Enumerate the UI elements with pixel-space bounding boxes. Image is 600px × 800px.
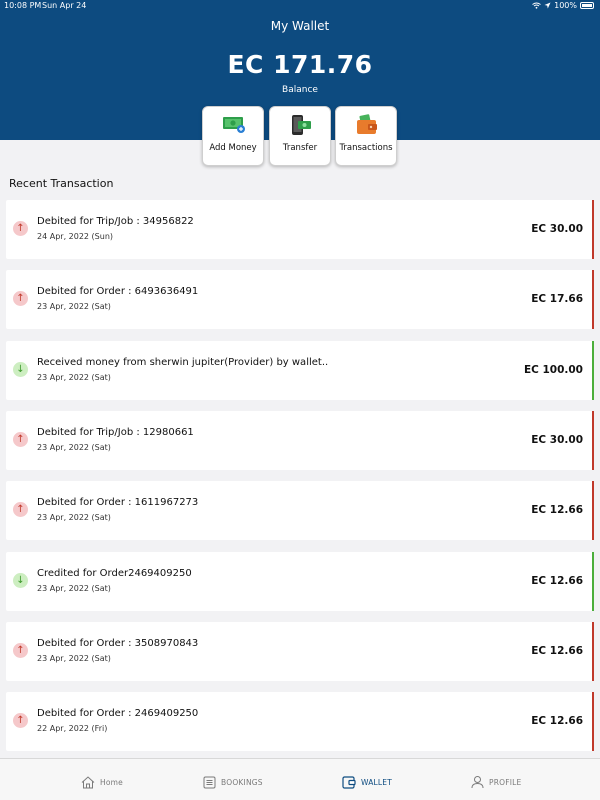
page-title: My Wallet xyxy=(270,19,330,33)
transaction-row[interactable]: ↓ Credited for Order2469409250 23 Apr, 2… xyxy=(6,552,594,611)
transaction-row[interactable]: ↓ Received money from sherwin jupiter(Pr… xyxy=(6,341,594,400)
add-money-icon xyxy=(223,117,245,133)
transaction-date: 23 Apr, 2022 (Sat) xyxy=(37,654,111,663)
status-indicators: 100% xyxy=(532,1,594,10)
arrow-up-icon: ↑ xyxy=(13,643,28,658)
transaction-title: Debited for Order : 6493636491 xyxy=(37,286,199,297)
arrow-up-icon: ↑ xyxy=(13,502,28,517)
status-bar: 10:08 PM Sun Apr 24 100% xyxy=(0,0,600,12)
nav-home-label: Home xyxy=(100,777,123,787)
transactions-label: Transactions xyxy=(339,143,393,153)
nav-bookings[interactable]: BOOKINGS xyxy=(203,771,263,793)
transaction-title: Debited for Order : 3508970843 xyxy=(37,638,199,649)
transaction-date: 23 Apr, 2022 (Sat) xyxy=(37,513,111,522)
transaction-date: 22 Apr, 2022 (Fri) xyxy=(37,724,108,733)
transaction-amount: EC 12.66 xyxy=(531,575,583,587)
transaction-row[interactable]: ↑ Debited for Trip/Job : 34956822 24 Apr… xyxy=(6,200,594,259)
status-edge xyxy=(592,692,594,751)
status-edge xyxy=(592,341,594,400)
nav-wallet-label: WALLET xyxy=(361,777,393,787)
transaction-date: 23 Apr, 2022 (Sat) xyxy=(37,302,111,311)
arrow-down-icon: ↓ xyxy=(13,362,28,377)
add-money-button[interactable]: Add Money xyxy=(202,106,264,166)
transaction-amount: EC 30.00 xyxy=(531,434,583,446)
nav-bookings-label: BOOKINGS xyxy=(221,777,263,787)
balance-label: Balance xyxy=(282,85,318,95)
status-time: 10:08 PM xyxy=(4,1,42,10)
transaction-row[interactable]: ↑ Debited for Order : 6493636491 23 Apr,… xyxy=(6,270,594,329)
nav-home[interactable]: Home xyxy=(81,771,123,793)
transaction-amount: EC 100.00 xyxy=(523,364,583,376)
status-edge xyxy=(592,552,594,611)
bookings-icon xyxy=(203,776,216,788)
arrow-up-icon: ↑ xyxy=(13,713,28,728)
transaction-row[interactable]: ↑ Debited for Trip/Job : 12980661 23 Apr… xyxy=(6,411,594,470)
nav-profile[interactable]: PROFILE xyxy=(471,771,521,793)
transaction-date: 23 Apr, 2022 (Sat) xyxy=(37,373,111,382)
wifi-icon xyxy=(532,2,541,9)
transaction-row[interactable]: ↑ Debited for Order : 3508970843 23 Apr,… xyxy=(6,622,594,681)
transaction-title: Debited for Order : 2469409250 xyxy=(37,708,199,719)
battery-percent: 100% xyxy=(554,1,577,10)
transaction-amount: EC 30.00 xyxy=(531,223,583,235)
transaction-title: Debited for Trip/Job : 34956822 xyxy=(37,216,194,227)
arrow-up-icon: ↑ xyxy=(13,432,28,447)
arrow-up-icon: ↑ xyxy=(13,291,28,306)
wallet-transactions-icon xyxy=(357,114,377,134)
status-edge xyxy=(592,270,594,329)
transaction-amount: EC 12.66 xyxy=(531,504,583,516)
transaction-date: 23 Apr, 2022 (Sat) xyxy=(37,584,111,593)
transaction-row[interactable]: ↑ Debited for Order : 2469409250 22 Apr,… xyxy=(6,692,594,751)
arrow-up-icon: ↑ xyxy=(13,221,28,236)
transaction-title: Debited for Order : 1611967273 xyxy=(37,497,199,508)
transaction-row[interactable]: ↑ Debited for Order : 1611967273 23 Apr,… xyxy=(6,481,594,540)
profile-icon xyxy=(471,776,484,789)
status-date: Sun Apr 24 xyxy=(42,1,87,10)
home-icon xyxy=(81,775,95,788)
section-title: Recent Transaction xyxy=(9,177,114,190)
transfer-label: Transfer xyxy=(282,143,318,153)
transfer-button[interactable]: Transfer xyxy=(269,106,331,166)
transaction-amount: EC 17.66 xyxy=(531,293,583,305)
nav-wallet[interactable]: WALLET xyxy=(342,771,392,793)
status-edge xyxy=(592,200,594,259)
add-money-label: Add Money xyxy=(209,143,257,153)
status-edge xyxy=(592,411,594,470)
transactions-button[interactable]: Transactions xyxy=(335,106,397,166)
location-icon xyxy=(544,2,551,9)
transaction-title: Debited for Trip/Job : 12980661 xyxy=(37,427,194,438)
status-edge xyxy=(592,622,594,681)
transfer-icon xyxy=(292,115,311,135)
battery-icon xyxy=(580,2,594,9)
transaction-amount: EC 12.66 xyxy=(531,645,583,657)
wallet-icon xyxy=(342,776,356,789)
transaction-title: Received money from sherwin jupiter(Prov… xyxy=(37,357,329,368)
transaction-amount: EC 12.66 xyxy=(531,715,583,727)
nav-profile-label: PROFILE xyxy=(489,777,522,787)
arrow-down-icon: ↓ xyxy=(13,573,28,588)
transaction-title: Credited for Order2469409250 xyxy=(37,568,192,579)
status-edge xyxy=(592,481,594,540)
transaction-date: 23 Apr, 2022 (Sat) xyxy=(37,443,111,452)
transaction-date: 24 Apr, 2022 (Sun) xyxy=(37,232,114,241)
bottom-nav: Home BOOKINGS WALLET PROFILE xyxy=(0,758,600,800)
balance-amount: EC 171.76 xyxy=(227,50,373,79)
